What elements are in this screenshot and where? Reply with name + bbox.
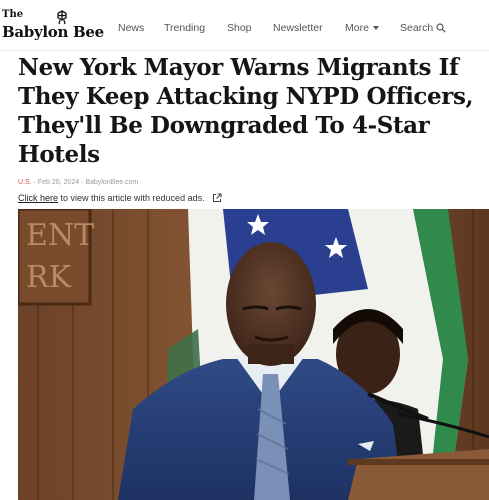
nav-newsletter[interactable]: Newsletter: [273, 22, 323, 34]
reduced-ads-link[interactable]: Click here: [18, 193, 58, 203]
nav-trending-label: Trending: [164, 22, 206, 34]
nav-search[interactable]: Search: [400, 22, 446, 34]
logo-name: Babylon Bee: [2, 23, 104, 41]
nav-more-label: More: [345, 22, 369, 34]
article-photo: ENT RK: [18, 209, 489, 500]
caret-down-icon: [372, 26, 379, 30]
article-source: BabylonBee.com: [85, 179, 139, 186]
nav-shop-label: Shop: [227, 22, 252, 34]
nav-shop[interactable]: Shop: [227, 22, 252, 34]
article-meta: U.S. · Feb 20, 2024 · BabylonBee.com: [18, 179, 138, 186]
reduced-ads-notice: Click here to view this article with red…: [18, 193, 222, 203]
photo-illustration: ENT RK: [18, 209, 489, 500]
nav-news-label: News: [118, 22, 145, 34]
nav-trending[interactable]: Trending: [164, 22, 205, 34]
nav-search-label: Search: [400, 22, 434, 34]
nav-news[interactable]: News: [118, 22, 144, 34]
reduced-ads-text: to view this article with reduced ads.: [58, 193, 205, 203]
article-headline: New York Mayor Warns Migrants If They Ke…: [18, 54, 474, 168]
nav-newsletter-label: Newsletter: [273, 22, 323, 34]
top-navbar: The Babylon Bee News Trending Shop Newsl…: [0, 0, 489, 51]
wall-lettering-bottom: RK: [26, 260, 72, 295]
wall-lettering-top: ENT: [26, 218, 94, 253]
search-icon: [436, 23, 446, 33]
article-date: Feb 20, 2024: [37, 179, 80, 186]
external-link-icon[interactable]: [212, 193, 222, 203]
site-logo[interactable]: The Babylon Bee: [2, 9, 104, 43]
logo-the: The: [2, 9, 24, 20]
article-category[interactable]: U.S.: [18, 179, 32, 186]
nav-more[interactable]: More: [345, 22, 379, 34]
